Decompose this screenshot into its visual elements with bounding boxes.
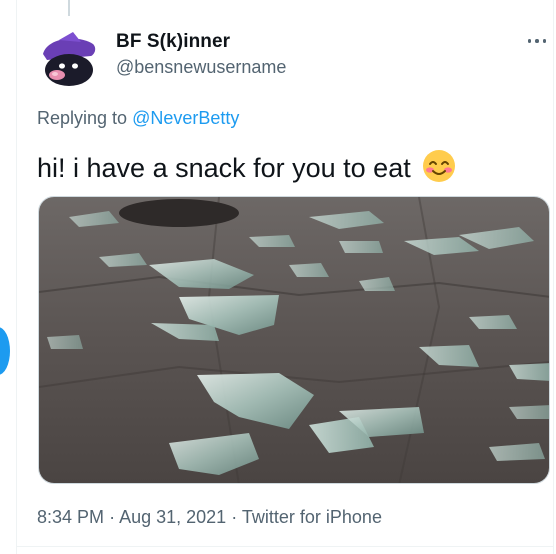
user-handle[interactable]: @bensnewusername <box>116 57 286 78</box>
tweet-media-image[interactable] <box>38 196 550 484</box>
timeline-right-border <box>553 0 554 554</box>
tweet-time[interactable]: 8:34 PM <box>37 507 104 527</box>
compose-fab-partial[interactable] <box>0 327 10 375</box>
meta-separator: · <box>231 507 238 527</box>
tweet-date[interactable]: Aug 31, 2021 <box>119 507 226 527</box>
avatar-image <box>37 30 99 92</box>
tweet-metadata: 8:34 PM · Aug 31, 2021 · Twitter for iPh… <box>37 507 382 528</box>
meta-separator: · <box>109 507 116 527</box>
more-options-icon[interactable] <box>523 30 551 52</box>
tweet-text-content: hi! i have a snack for you to eat <box>37 153 411 183</box>
display-name[interactable]: BF S(k)inner <box>116 31 230 53</box>
replying-to-link[interactable]: @NeverBetty <box>132 108 239 128</box>
tweet-source[interactable]: Twitter for iPhone <box>242 507 382 527</box>
replying-to-line: Replying to @NeverBetty <box>37 108 239 129</box>
thread-connector-line <box>68 0 70 16</box>
smiling-face-emoji-icon <box>422 149 456 190</box>
tweet-text: hi! i have a snack for you to eat <box>37 149 456 190</box>
replying-to-prefix: Replying to <box>37 108 128 128</box>
timeline-left-border <box>16 0 17 554</box>
avatar[interactable] <box>37 30 99 92</box>
broken-glass-photo <box>39 197 549 483</box>
tweet-divider <box>16 546 554 547</box>
